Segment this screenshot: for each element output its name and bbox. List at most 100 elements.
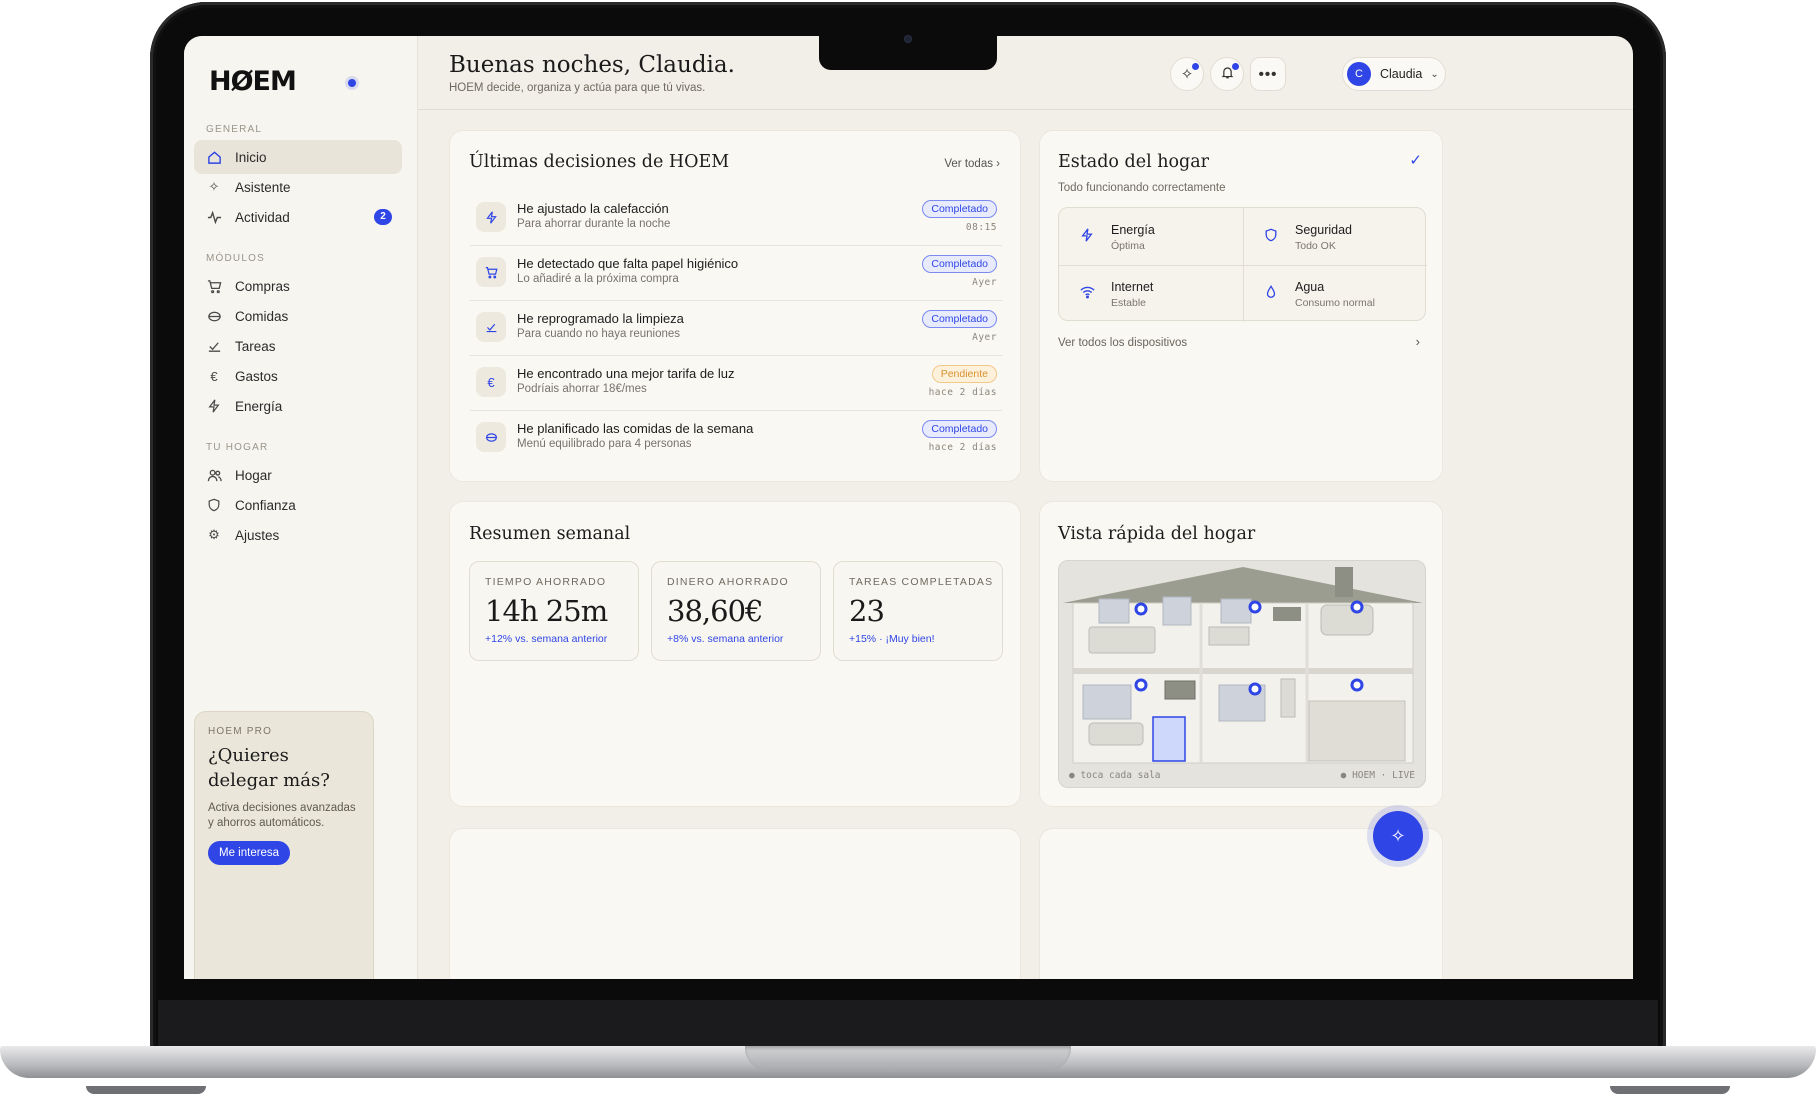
laptop-foot-right (1610, 1086, 1730, 1094)
decision-subtitle: Para cuando no haya reuniones (517, 328, 681, 340)
sparkle-icon: ✧ (1390, 825, 1406, 846)
metric-money-saved: DINERO AHORRADO 38,60€ +8% vs. semana an… (651, 561, 821, 661)
metric-delta: +12% vs. semana anterior (485, 633, 608, 645)
status-name: Agua (1295, 280, 1325, 294)
sofa-shape (1088, 722, 1144, 746)
drop-icon (1263, 284, 1279, 302)
decision-title: He reprogramado la limpieza (517, 311, 684, 326)
sidebar-item-label: Tareas (235, 338, 276, 354)
euro-icon: € (476, 367, 506, 397)
metric-label: TAREAS COMPLETADAS (849, 576, 994, 588)
decision-row[interactable]: He planificado las comidas de la semana … (470, 411, 1002, 466)
decision-subtitle: Para ahorrar durante la noche (517, 218, 671, 230)
decision-row[interactable]: € He encontrado una mejor tarifa de luz … (470, 356, 1002, 411)
laptop-foot-left (86, 1086, 206, 1094)
metric-value: 38,60€ (667, 594, 763, 628)
sidebar-item-label: Inicio (235, 149, 267, 165)
sidebar-item-comidas[interactable]: Comidas (194, 299, 402, 333)
assistant-fab-button[interactable]: ✧ (1373, 811, 1423, 861)
decision-subtitle: Menú equilibrado para 4 personas (517, 438, 692, 450)
chevron-right-icon[interactable]: › (1416, 334, 1420, 349)
sidebar-item-compras[interactable]: Compras (194, 269, 402, 303)
metric-time-saved: TIEMPO AHORRADO 14h 25m +12% vs. semana … (469, 561, 639, 661)
status-cell-agua[interactable]: Agua Consumo normal (1243, 265, 1427, 322)
quick-view-card: Vista rápida del hogar ● toca cada sala … (1039, 501, 1443, 807)
furniture-shape (1273, 607, 1301, 621)
decision-time: hace 2 días (928, 387, 997, 398)
notification-dot-icon (1192, 63, 1199, 70)
home-status-card: Estado del hogar ✓ Todo funcionando corr… (1039, 130, 1443, 482)
furniture-shape (1208, 626, 1250, 646)
sidebar-item-energia[interactable]: Energía (194, 389, 402, 423)
sensor-marker (1350, 678, 1364, 692)
decision-title: He planificado las comidas de la semana (517, 421, 754, 436)
top-header: Buenas noches, Claudia. HOEM decide, org… (418, 36, 1633, 110)
bowl-icon (476, 422, 506, 452)
decision-row[interactable]: He detectado que falta papel higiénico L… (470, 246, 1002, 301)
house-hint: ● toca cada sala (1069, 770, 1161, 781)
chevron-down-icon: ⌄ (1430, 68, 1439, 80)
sidebar-item-tareas[interactable]: Tareas (194, 329, 402, 363)
sidebar-item-label: Actividad (235, 209, 290, 225)
decision-subtitle: Podríais ahorrar 18€/mes (517, 383, 647, 395)
home-status-title: Estado del hogar (1058, 152, 1210, 172)
furniture-shape (1162, 596, 1192, 626)
fridge-shape (1280, 678, 1296, 718)
sensor-marker (1248, 600, 1262, 614)
cart-icon (476, 257, 506, 287)
sidebar-item-asistente[interactable]: ✧ Asistente (194, 170, 402, 204)
wifi-icon (1079, 285, 1095, 302)
live-indicator: ● HOEM · LIVE (1340, 770, 1415, 781)
house-map[interactable]: ● toca cada sala ● HOEM · LIVE (1058, 560, 1426, 788)
sidebar-item-actividad[interactable]: Actividad 2 (194, 200, 402, 234)
check-icon: ✓ (1409, 152, 1422, 169)
furniture-shape (1082, 684, 1132, 720)
status-cell-internet[interactable]: Internet Estable (1059, 265, 1243, 322)
section-label-home: TU HOGAR (206, 442, 269, 453)
see-all-decisions-link[interactable]: Ver todas › (944, 158, 1000, 170)
shield-icon (206, 497, 222, 513)
camera-icon (904, 35, 912, 43)
decision-title: He encontrado una mejor tarifa de luz (517, 366, 735, 381)
furniture-shape (1320, 604, 1374, 636)
more-options-button[interactable]: ••• (1250, 57, 1286, 91)
bolt-icon (1079, 228, 1095, 245)
app-logo[interactable]: HØEM (209, 66, 297, 97)
pro-promo-card: HOEM PRO ¿Quieres delegar más? Activa de… (194, 711, 374, 979)
furniture-shape (1220, 598, 1252, 624)
status-dot-icon (348, 79, 356, 87)
metric-label: DINERO AHORRADO (667, 576, 789, 588)
sidebar: HØEM GENERAL Inicio ✧ Asistente Activida… (184, 36, 418, 979)
notifications-button[interactable] (1210, 57, 1244, 91)
sidebar-item-ajustes[interactable]: ⚙ Ajustes (194, 518, 402, 552)
status-cell-energia[interactable]: Energía Óptima (1059, 208, 1243, 265)
users-icon (206, 467, 222, 483)
laptop-frame: HØEM GENERAL Inicio ✧ Asistente Activida… (0, 0, 1816, 1100)
tv-shape (1164, 680, 1196, 700)
home-icon (206, 149, 222, 165)
promo-cta-button[interactable]: Me interesa (208, 841, 291, 865)
page-subtitle: HOEM decide, organiza y actúa para que t… (449, 82, 706, 94)
assistant-button[interactable]: ✧ (1170, 57, 1204, 91)
bolt-icon (206, 398, 222, 414)
notification-dot-icon (1232, 63, 1239, 70)
check-icon (206, 338, 222, 354)
promo-eyebrow: HOEM PRO (208, 726, 273, 737)
metric-value: 14h 25m (485, 594, 608, 628)
sidebar-item-gastos[interactable]: € Gastos (194, 359, 402, 393)
sidebar-item-hogar[interactable]: Hogar (194, 458, 402, 492)
sidebar-item-inicio[interactable]: Inicio (194, 140, 402, 174)
user-name: Claudia (1380, 67, 1423, 81)
decision-title: He ajustado la calefacción (517, 201, 669, 216)
metric-delta: +15% · ¡Muy bien! (849, 633, 935, 645)
sidebar-item-confianza[interactable]: Confianza (194, 488, 402, 522)
user-menu[interactable]: C Claudia ⌄ (1342, 57, 1446, 91)
bowl-icon (206, 308, 222, 324)
decision-row[interactable]: He reprogramado la limpieza Para cuando … (470, 301, 1002, 356)
see-devices-link[interactable]: Ver todos los dispositivos (1058, 337, 1187, 349)
bed-shape (1088, 626, 1156, 654)
promo-title: ¿Quieres delegar más? (208, 745, 330, 791)
avatar: C (1347, 62, 1371, 86)
decision-row[interactable]: He ajustado la calefacción Para ahorrar … (470, 191, 1002, 246)
status-cell-seguridad[interactable]: Seguridad Todo OK (1243, 208, 1427, 265)
